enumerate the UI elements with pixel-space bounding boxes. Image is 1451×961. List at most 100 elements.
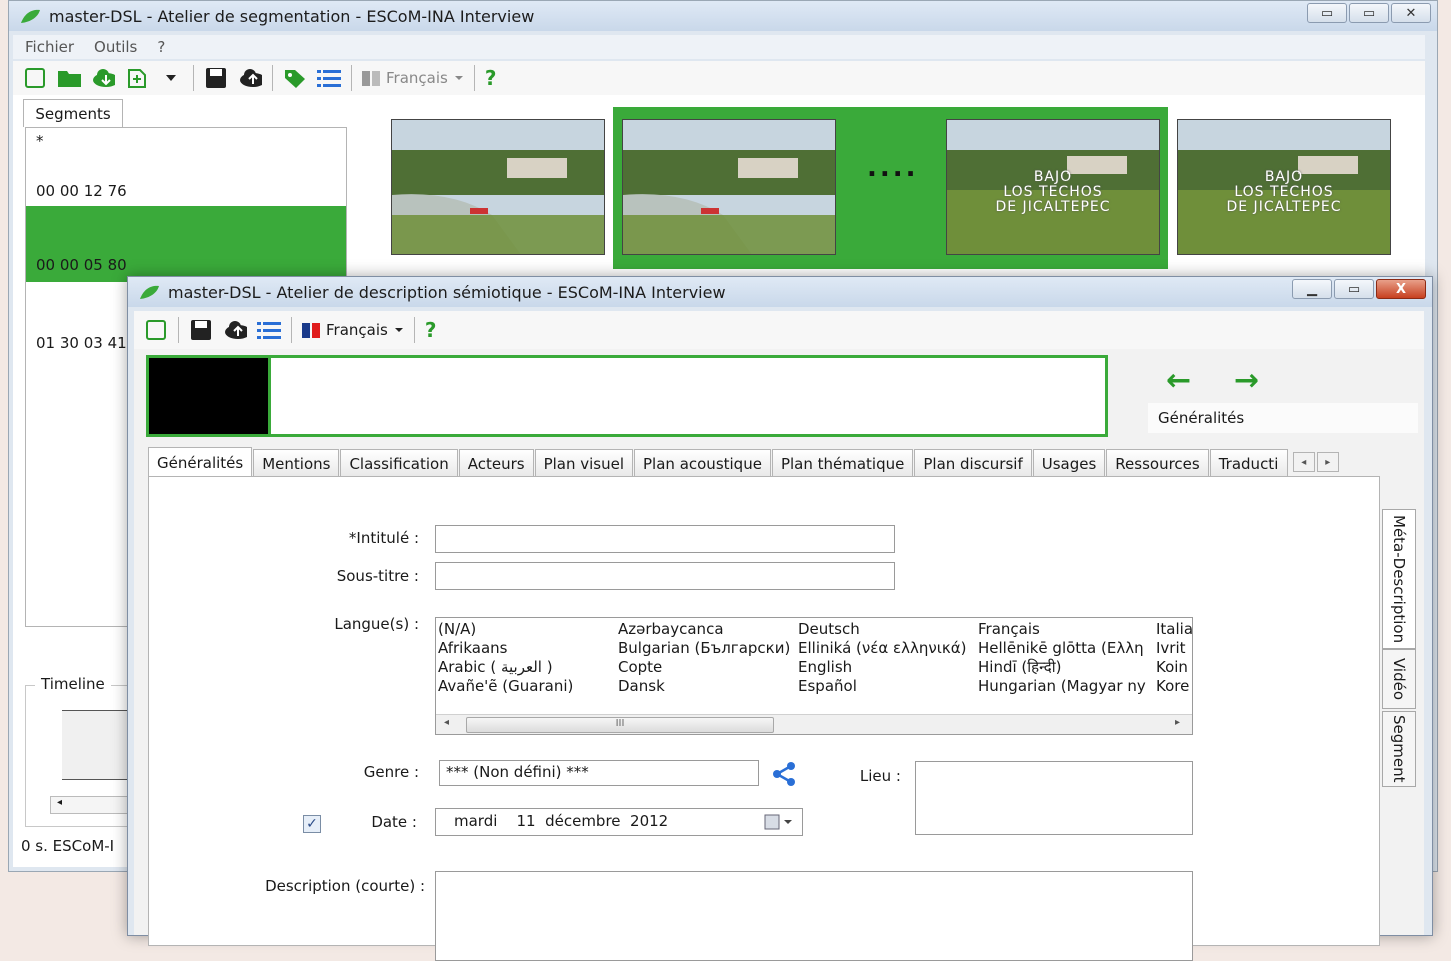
tab-scroll-right-icon[interactable]: ▸ [1316, 452, 1339, 472]
description-titlebar[interactable]: master-DSL - Atelier de description sémi… [128, 277, 1432, 307]
current-section-label: Généralités [1148, 403, 1418, 433]
thumbnail[interactable]: BAJO LOS TECHOS DE JICALTEPEC [1177, 119, 1391, 255]
tab-plan-thematique[interactable]: Plan thématique [771, 449, 914, 477]
list-item-selected[interactable]: 00 00 05 80 [26, 206, 346, 282]
generalites-panel: *Intitulé : Sous-titre : Langue(s) : (N/… [148, 476, 1380, 961]
list-item[interactable]: * [26, 132, 346, 150]
tab-traduction[interactable]: Traducti [1209, 449, 1288, 477]
language-option[interactable]: Hindī (हिन्दी) [978, 658, 1156, 677]
ellipsis-indicator: .... [867, 153, 919, 183]
language-option[interactable]: English [798, 658, 966, 677]
languages-listbox[interactable]: (N/A) Afrikaans Arabic ( العربية ) Avañe… [435, 617, 1193, 735]
language-option[interactable]: Français [978, 620, 1156, 639]
save-icon[interactable] [204, 67, 228, 89]
tab-acteurs[interactable]: Acteurs [458, 449, 534, 477]
menu-fichier[interactable]: Fichier [25, 38, 74, 56]
close-button[interactable]: X [1376, 279, 1426, 299]
genre-field[interactable]: *** (Non défini) *** [439, 760, 759, 786]
timeline-scrollbar[interactable]: ◂ [50, 796, 130, 814]
share-icon[interactable] [771, 761, 797, 787]
next-arrow-icon[interactable]: → [1234, 363, 1259, 398]
help-icon[interactable]: ? [425, 318, 437, 342]
thumbnail[interactable] [391, 119, 605, 255]
tab-segments[interactable]: Segments [23, 99, 123, 127]
language-option[interactable]: Hellēnikē glōtta (Ελλη [978, 639, 1156, 658]
description-body: ← → Généralités Généralités Mentions Cla… [134, 349, 1424, 961]
side-tab-segment[interactable]: Segment [1382, 711, 1416, 787]
minimize-button[interactable]: ▭ [1307, 3, 1347, 23]
minimize-button[interactable]: ▁ [1292, 279, 1332, 299]
language-option[interactable]: Hungarian (Magyar ny [978, 677, 1156, 696]
date-picker[interactable]: mardi 11 décembre 2012 [435, 808, 803, 836]
tab-plan-discursif[interactable]: Plan discursif [914, 449, 1032, 477]
new-document-icon[interactable] [144, 319, 168, 341]
cloud-upload-icon[interactable] [223, 319, 247, 341]
list-icon[interactable] [257, 319, 281, 341]
language-selector[interactable]: Français [362, 69, 464, 87]
maximize-button[interactable]: ▭ [1334, 279, 1374, 299]
language-option[interactable]: Ivrit [1156, 639, 1192, 658]
horizontal-scrollbar[interactable]: ◂ III ▸ [436, 714, 1192, 734]
date-label: Date : [371, 813, 417, 831]
cloud-download-icon[interactable] [91, 67, 115, 89]
flag-icon [362, 70, 380, 86]
tab-usages[interactable]: Usages [1032, 449, 1106, 477]
language-option[interactable]: Elliniká (νέα ελληνικά) [798, 639, 966, 658]
segmentation-titlebar[interactable]: master-DSL - Atelier de segmentation - E… [9, 1, 1437, 31]
language-option[interactable]: Italia [1156, 620, 1192, 639]
language-option[interactable]: (N/A) [438, 620, 573, 639]
chevron-down-icon[interactable] [159, 67, 183, 89]
menu-bar: Fichier Outils ? [13, 35, 1425, 59]
language-column: Français Hellēnikē glōtta (Ελλη Hindī (ह… [978, 620, 1156, 696]
cloud-upload-icon[interactable] [238, 67, 262, 89]
calendar-dropdown-icon[interactable] [764, 814, 794, 830]
thumbnail-caption: BAJO LOS TECHOS DE JICALTEPEC [995, 169, 1111, 215]
language-option[interactable]: Copte [618, 658, 790, 677]
list-item[interactable]: 00 00 12 76 [26, 182, 346, 200]
menu-help[interactable]: ? [157, 38, 165, 56]
intitule-input[interactable] [435, 525, 895, 553]
tag-icon[interactable] [283, 67, 307, 89]
import-icon[interactable] [125, 67, 149, 89]
lieu-field[interactable] [915, 761, 1193, 835]
list-icon[interactable] [317, 67, 341, 89]
description-toolbar: Français ? [134, 311, 1424, 349]
scroll-left-icon[interactable]: ◂ [444, 717, 449, 728]
language-option[interactable]: Afrikaans [438, 639, 573, 658]
maximize-button[interactable]: ▭ [1349, 3, 1389, 23]
language-option[interactable]: Español [798, 677, 966, 696]
language-option[interactable]: Arabic ( العربية ) [438, 658, 573, 677]
help-icon[interactable]: ? [485, 66, 497, 90]
new-document-icon[interactable] [23, 67, 47, 89]
close-button[interactable]: ✕ [1391, 3, 1431, 23]
description-field[interactable] [435, 871, 1193, 961]
language-option[interactable]: Kore [1156, 677, 1192, 696]
open-folder-icon[interactable] [57, 67, 81, 89]
previous-arrow-icon[interactable]: ← [1166, 363, 1191, 398]
tab-plan-acoustique[interactable]: Plan acoustique [634, 449, 771, 477]
language-option[interactable]: Deutsch [798, 620, 966, 639]
scroll-right-icon[interactable]: ▸ [1175, 717, 1180, 728]
language-option[interactable]: Avañe'ẽ (Guarani) [438, 677, 573, 696]
tab-plan-visuel[interactable]: Plan visuel [534, 449, 634, 477]
tab-classification[interactable]: Classification [340, 449, 458, 477]
tab-scroll-left-icon[interactable]: ◂ [1292, 452, 1315, 472]
tab-generalites[interactable]: Généralités [148, 447, 253, 477]
tab-mentions[interactable]: Mentions [253, 449, 340, 477]
language-option[interactable]: Koin [1156, 658, 1192, 677]
menu-outils[interactable]: Outils [94, 38, 137, 56]
toolbar-separator [413, 317, 415, 343]
thumbnail[interactable]: BAJO LOS TECHOS DE JICALTEPEC [946, 119, 1160, 255]
sous-titre-input[interactable] [435, 562, 895, 590]
language-option[interactable]: Dansk [618, 677, 790, 696]
side-tab-meta-description[interactable]: Méta-Description [1382, 509, 1416, 649]
save-icon[interactable] [189, 319, 213, 341]
language-option[interactable]: Bulgarian (Български) [618, 639, 790, 658]
language-column: Italia Ivrit Koin Kore [1156, 620, 1192, 696]
language-selector[interactable]: Français [302, 321, 404, 339]
tab-ressources[interactable]: Ressources [1106, 449, 1209, 477]
side-tab-video[interactable]: Vidéo [1382, 649, 1416, 709]
language-option[interactable]: Azərbaycanca [618, 620, 790, 639]
thumbnail[interactable] [622, 119, 836, 255]
scrollbar-thumb[interactable]: III [466, 717, 774, 733]
